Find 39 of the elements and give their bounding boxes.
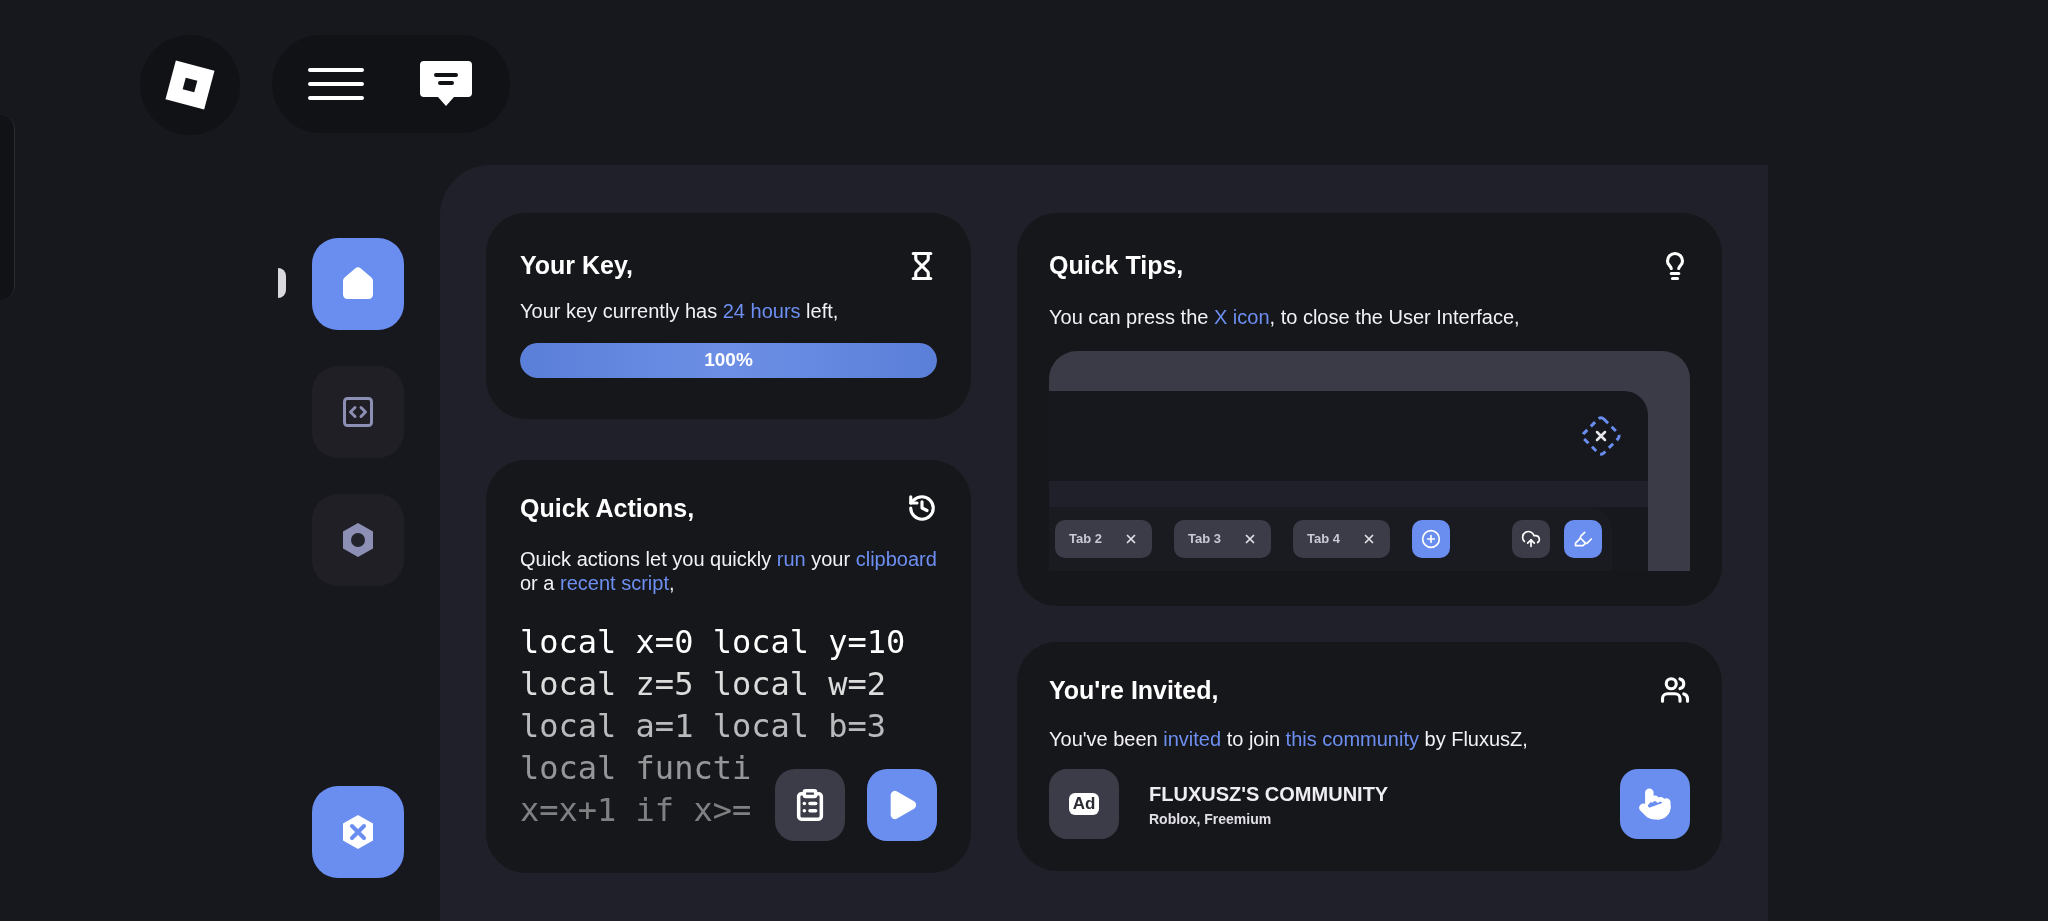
ad-badge: Ad — [1068, 793, 1100, 815]
code-line: local x=0 local y=10 — [520, 622, 906, 663]
home-icon — [340, 266, 376, 302]
run-button[interactable] — [867, 768, 937, 841]
sidebar-button[interactable] — [312, 494, 404, 586]
card-title: Your Key, — [520, 250, 633, 281]
users-icon — [1660, 675, 1690, 706]
highlighter-icon — [1573, 528, 1593, 549]
code-line: local z=5 local w=2 — [520, 664, 887, 705]
cloud-button[interactable] — [1512, 519, 1550, 558]
code-icon — [340, 394, 376, 430]
edit-button[interactable] — [1564, 519, 1602, 558]
invite-text: You've been invited to join this community by FluxusZ, — [1049, 727, 1529, 751]
quick-actions-text: Quick actions let you quickly run your clipboard or a recent script, — [520, 547, 937, 595]
active-indicator — [278, 268, 286, 298]
card-title: Quick Actions, — [520, 492, 695, 524]
code-line: local a=1 local b=3 — [520, 706, 887, 747]
plus-icon — [1421, 528, 1441, 549]
cloud-icon — [1521, 528, 1541, 549]
code-line: local functi — [520, 748, 752, 789]
add-button[interactable] — [1412, 519, 1450, 558]
history-icon — [907, 493, 937, 524]
sidebar-button[interactable] — [312, 238, 404, 330]
code-line: x=x+1 if x>= — [520, 790, 752, 831]
close-button[interactable] — [312, 786, 404, 878]
community-name: FLUXUSZ'S COMMUNITY — [1149, 781, 1389, 807]
key-status-text: Your key currently has 24 hours left, — [520, 298, 840, 323]
pointer-icon — [1638, 787, 1672, 821]
clipboard-button[interactable] — [775, 768, 845, 841]
sidebar-button[interactable] — [312, 366, 404, 458]
join-button[interactable] — [1620, 769, 1690, 839]
preview-tab[interactable]: Tab 3 — [1174, 519, 1271, 558]
progress-label: 100% — [703, 347, 754, 372]
community-details: Roblox, Freemium — [1149, 809, 1273, 829]
preview-tab[interactable]: Tab 4 — [1293, 519, 1390, 558]
quick-tips-text: You can press the X icon, to close the User Interface, — [1049, 304, 1521, 329]
preview-tab[interactable]: Tab 2 — [1055, 519, 1152, 558]
card-title: Quick Tips, — [1049, 250, 1184, 281]
card-title: You're Invited, — [1049, 674, 1219, 706]
